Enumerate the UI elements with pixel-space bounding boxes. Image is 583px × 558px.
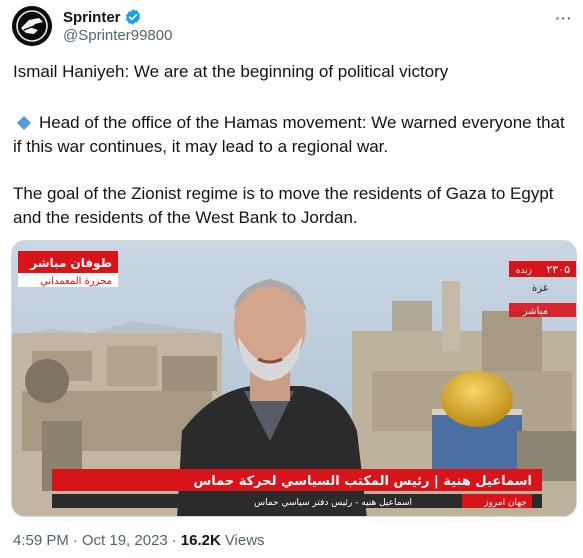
verified-badge-icon	[124, 8, 142, 26]
blue-diamond-icon	[16, 115, 32, 131]
avatar[interactable]	[12, 6, 52, 46]
tweet-paragraph-2: Head of the office of the Hamas movement…	[13, 111, 573, 159]
tweet: Sprinter @Sprinter99800 ··· Ismail Haniy…	[0, 0, 583, 558]
display-name[interactable]: Sprinter	[63, 9, 121, 26]
right-city: غزة	[532, 283, 548, 294]
tweet-date[interactable]: Oct 19, 2023	[82, 532, 168, 549]
video-frame: طوفان مباشر مجزرة المعمداني ۲۳۰۵ زنده غز…	[12, 241, 576, 516]
sprinter-logo-icon	[12, 6, 52, 46]
top-left-sub-text: مجزرة المعمداني	[40, 276, 112, 287]
tweet-paragraph-2-text: Head of the office of the Hamas movement…	[13, 113, 565, 156]
lower-third-sub: اسماعيل هنيه - رئيس دفتر سياسي حماس	[254, 498, 412, 508]
handle[interactable]: @Sprinter99800	[63, 27, 172, 44]
channel-tag: جهان امروز	[483, 498, 527, 508]
right-live: مباشر	[522, 306, 548, 317]
top-right-label: زنده	[516, 266, 532, 276]
tweet-paragraph-3: The goal of the Zionist regime is to mov…	[13, 184, 554, 227]
meta-separator: ·	[72, 532, 78, 549]
tweet-time[interactable]: 4:59 PM	[13, 532, 69, 549]
views-count[interactable]: 16.2K	[181, 532, 221, 549]
meta-separator-2: ·	[171, 532, 177, 549]
lower-third-main: اسماعيل هنية | رئيس المكتب السياسي لحركة…	[193, 474, 532, 489]
more-horizontal-icon[interactable]: ···	[553, 8, 575, 28]
tweet-paragraph-1: Ismail Haniyeh: We are at the beginning …	[13, 62, 449, 81]
name-row: Sprinter	[63, 7, 142, 27]
top-right-number: ۲۳۰۵	[546, 263, 570, 276]
views-label: Views	[224, 532, 265, 549]
video-thumbnail[interactable]: طوفان مباشر مجزرة المعمداني ۲۳۰۵ زنده غز…	[11, 240, 577, 517]
tweet-meta: 4:59 PM · Oct 19, 2023 · 16.2K Views	[13, 532, 265, 549]
top-left-badge-text: طوفان مباشر	[29, 256, 112, 271]
